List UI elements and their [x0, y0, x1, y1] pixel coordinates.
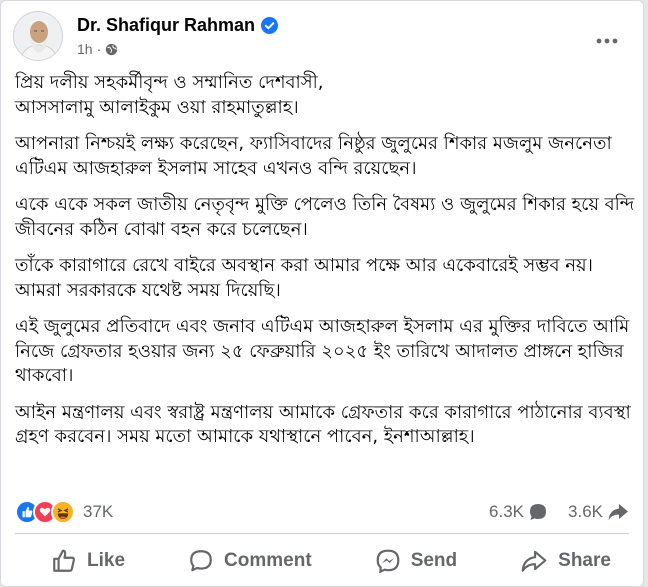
avatar-image	[14, 12, 62, 60]
post-header: Dr. Shafiqur Rahman 1h ·	[13, 11, 631, 67]
actions-divider	[15, 533, 629, 534]
post-actions-bar: Like Comment Send Share	[15, 539, 629, 583]
globe-icon	[106, 43, 118, 55]
author-name[interactable]: Dr. Shafiqur Rahman	[77, 15, 255, 36]
comments-count: 6.3K	[489, 502, 525, 521]
post-paragraph: তাঁকে কারাগারে রেখে বাইরে অবস্থান করা আম…	[15, 255, 593, 301]
post-time[interactable]: 1h	[77, 41, 93, 57]
thumbs-up-icon	[53, 549, 75, 572]
share-icon	[521, 550, 547, 572]
post-stats: 37K 6.3K 3.6K	[15, 499, 629, 525]
share-label: Share	[558, 550, 611, 571]
send-label: Send	[410, 550, 458, 571]
comments-stat[interactable]: 6.3K	[489, 502, 548, 522]
post-text: প্রিয় দলীয় সহকর্মীবৃন্দ ও সম্মানিত দেশ…	[15, 71, 635, 462]
post-paragraph: আপনারা নিশ্চয়ই লক্ষ্য করেছেন, ফ্যাসিবাদ…	[15, 133, 612, 179]
post-timestamp-row: 1h ·	[77, 41, 278, 57]
avatar[interactable]	[13, 11, 63, 61]
post-meta: Dr. Shafiqur Rahman 1h ·	[77, 15, 279, 57]
haha-icon	[51, 500, 75, 524]
more-dots-icon	[596, 38, 618, 44]
shares-count: 3.6K	[568, 502, 603, 521]
post-card: Dr. Shafiqur Rahman 1h · প্রিয় দলীয় সহ…	[0, 0, 644, 587]
comment-bubble-icon	[530, 504, 547, 520]
post-paragraph: একে একে সকল জাতীয় নেতৃবৃন্দ মুক্তি পেলে…	[15, 194, 635, 240]
send-button[interactable]: Send	[375, 548, 457, 574]
share-arrow-icon	[608, 504, 628, 520]
comment-icon	[190, 550, 212, 572]
comment-label: Comment	[224, 550, 312, 571]
like-button[interactable]: Like	[51, 548, 125, 574]
post-paragraph: প্রিয় দলীয় সহকর্মীবৃন্দ ও সম্মানিত দেশ…	[15, 72, 324, 118]
messenger-icon	[376, 549, 400, 574]
engagement-stats: 6.3K 3.6K	[469, 502, 629, 522]
like-label: Like	[87, 550, 126, 571]
post-paragraph: এই জুলুমের প্রতিবাদে এবং জনাব এটিএম আজহা…	[15, 316, 630, 386]
reactions-summary[interactable]: 37K	[15, 500, 113, 524]
reactions-count[interactable]: 37K	[83, 502, 113, 522]
more-options-button[interactable]	[591, 29, 623, 53]
share-button[interactable]: Share	[520, 548, 611, 574]
post-paragraph: আইন মন্ত্রণালয় এবং স্বরাষ্ট্র মন্ত্রণাল…	[15, 401, 631, 448]
time-separator: ·	[96, 41, 102, 57]
verified-badge-icon	[261, 17, 279, 34]
comment-button[interactable]: Comment	[188, 548, 312, 574]
author-row: Dr. Shafiqur Rahman	[77, 15, 279, 36]
shares-stat[interactable]: 3.6K	[568, 502, 629, 522]
